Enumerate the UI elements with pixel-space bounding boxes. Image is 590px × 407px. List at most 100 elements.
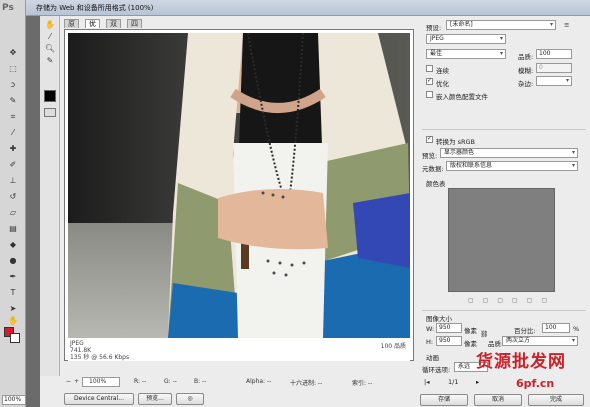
metadata-label: 元数据: [422,165,444,173]
blur-input[interactable]: 0 [536,63,572,73]
tab-4-up[interactable]: 四联 [127,19,142,37]
matte-label: 杂边: [518,80,534,88]
pen-tool-icon[interactable]: ✒ [6,272,20,282]
eyedropper-color-swatch[interactable] [44,90,56,102]
eraser-tool-icon[interactable]: ▱ [6,208,20,218]
slice-select-tool-icon[interactable]: ⁄ [44,32,56,42]
matte-select[interactable] [536,76,572,86]
blur-tool-icon[interactable]: ◆ [6,240,20,250]
color-table-actions[interactable]: ▢▢▢▢▢▢ [468,297,556,304]
readout-g: G: -- [164,378,177,385]
preview-pane: JPEG 741.8K 135 秒 @ 56.6 Kbps 100 品质 [64,29,414,361]
quick-select-tool-icon[interactable]: ✎ [6,96,20,106]
progressive-label: 连续 [436,67,449,75]
preset-menu-icon[interactable]: ≡ [564,21,569,29]
loop-label: 循环选项: [422,366,451,374]
brush-tool-icon[interactable]: ✐ [6,160,20,170]
readout-b: B: -- [194,378,207,385]
resample-select[interactable]: 两次立方 [502,336,578,346]
width-input[interactable]: 950 [436,323,462,333]
tab-original[interactable]: 原稿 [64,19,79,37]
preview-mode-select[interactable]: 显示器颜色 [440,148,578,158]
quality-preset-select[interactable]: 最佳 [426,49,506,59]
width-label: W: [426,325,435,333]
toggle-slices-icon[interactable] [44,108,56,117]
image-size-label: 图像大小 [426,315,452,323]
progressive-checkbox[interactable] [426,65,433,72]
convert-srgb-label: 转换为 sRGB [436,138,475,146]
zoom-level-select[interactable]: 100% [82,377,120,387]
frame-counter: 1/1 [448,378,459,386]
quality-input[interactable]: 100 [536,49,572,59]
convert-srgb-checkbox[interactable] [426,135,433,143]
readout-alpha: Alpha: -- [246,378,272,385]
history-brush-icon[interactable]: ↺ [6,192,20,202]
color-table-label: 颜色表 [426,180,446,188]
preview-mode-label: 预览: [422,152,438,160]
height-label: H: [426,338,434,346]
move-tool-icon[interactable]: ✥ [6,48,20,58]
animation-label: 动画 [426,354,439,362]
hand-tool-icon[interactable]: ✋ [44,20,56,30]
quality-label: 品质: [518,53,534,61]
percent-label: 百分比: [514,327,536,335]
format-select[interactable]: JPEG [426,34,506,44]
preview-info: JPEG 741.8K 135 秒 @ 56.6 Kbps 100 品质 [68,339,410,361]
dodge-tool-icon[interactable]: ● [6,256,20,266]
ps-logo: Ps [2,3,14,13]
section-divider [422,310,586,311]
tab-optimized[interactable]: 优化 [85,19,100,37]
hand-tool-icon[interactable]: ✋ [6,316,20,326]
browser-preview-icon[interactable]: ◎ [176,393,204,405]
save-button[interactable]: 存储 [420,394,468,406]
bottom-buttons: Device Central... 预览... ◎ [64,393,214,407]
tab-2-up[interactable]: 双联 [106,19,121,37]
background-color-swatch[interactable] [10,333,20,343]
preset-select[interactable]: [未命名] [446,20,556,30]
photoshop-toolbar: Ps ✥ ⬚ ↄ ✎ ⌗ ⁄ ✚ ✐ ⊥ ↺ ▱ ▤ ◆ ● ✒ T ➤ ✋ 1… [0,0,26,407]
percent-input[interactable]: 100 [542,323,570,333]
preview-download-time: 135 秒 @ 56.6 Kbps [70,354,130,361]
preview-button[interactable]: 预览... [138,393,172,405]
blur-label: 模糊: [518,67,534,75]
preview-image[interactable] [68,33,410,338]
link-dimensions-icon[interactable]: ⛓ [480,330,488,338]
embed-profile-label: 嵌入颜色配置文件 [436,93,488,101]
eyedropper-tool-icon[interactable]: ✎ [44,56,56,66]
preview-format: JPEG [70,340,84,347]
optimized-label: 优化 [436,80,449,88]
dialog-title-bar: 存储为 Web 和设备所用格式 (100%) [26,0,590,16]
embed-profile-checkbox[interactable] [426,91,433,98]
optimized-checkbox[interactable] [426,77,433,85]
metadata-select[interactable]: 版权和联系信息 [446,161,578,171]
zoom-tool-icon[interactable]: 🔍︎ [44,44,56,54]
zoom-in-icon[interactable]: + [74,378,79,385]
device-central-button[interactable]: Device Central... [64,393,134,405]
path-select-icon[interactable]: ➤ [6,304,20,314]
readout-r: R: -- [134,378,147,385]
gradient-tool-icon[interactable]: ▤ [6,224,20,234]
next-frame-icon[interactable]: ▸ [476,378,479,386]
section-divider [422,129,586,130]
first-frame-icon[interactable]: |◂ [424,378,429,386]
height-input[interactable]: 950 [436,336,462,346]
preview-file-size: 741.8K [70,347,92,354]
type-tool-icon[interactable]: T [6,288,20,298]
dialog-title: 存储为 Web 和设备所用格式 (100%) [36,4,154,12]
document-zoom: 100% [2,395,26,405]
site-watermark: 货源批发网 [476,352,566,372]
eyedropper-tool-icon[interactable]: ⁄ [6,128,20,138]
marquee-tool-icon[interactable]: ⬚ [6,64,20,74]
readout-index: 索引: -- [352,380,373,387]
healing-tool-icon[interactable]: ✚ [6,144,20,154]
dialog-tool-strip: ✋ ⁄ 🔍︎ ✎ [40,16,60,376]
done-button[interactable]: 完成 [528,394,584,406]
zoom-out-icon[interactable]: − [66,378,71,385]
cancel-button[interactable]: 取消 [474,394,522,406]
photo-preview-icon [68,33,410,338]
lasso-tool-icon[interactable]: ↄ [6,80,20,90]
color-table[interactable] [448,188,555,292]
preset-label: 预设: [426,24,442,32]
crop-tool-icon[interactable]: ⌗ [6,112,20,122]
stamp-tool-icon[interactable]: ⊥ [6,176,20,186]
